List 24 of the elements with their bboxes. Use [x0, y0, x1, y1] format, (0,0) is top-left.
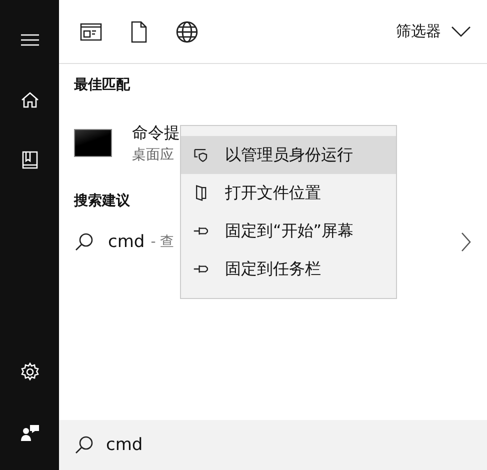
- section-heading: 最佳匹配: [74, 76, 130, 94]
- home-icon: [20, 90, 40, 110]
- menu-item[interactable]: 固定到“开始”屏幕: [181, 212, 396, 250]
- person-chat-icon: [20, 422, 40, 442]
- book-icon: [20, 150, 40, 170]
- result-title: 命令提: [132, 122, 180, 144]
- search-field[interactable]: cmd: [106, 435, 306, 455]
- chevron-right-icon: [460, 232, 472, 252]
- document-icon: [130, 20, 148, 42]
- filter-dropdown[interactable]: 筛选器: [396, 22, 471, 41]
- menu-item[interactable]: 固定到任务栏: [181, 250, 396, 288]
- search-icon: [74, 435, 94, 455]
- suggestion-hint: - 查: [150, 233, 174, 251]
- search-icon: [74, 232, 94, 252]
- globe-icon: [176, 20, 198, 42]
- app-window-icon: [80, 22, 102, 40]
- menu-item[interactable]: 以管理员身份运行: [181, 136, 396, 174]
- suggestion-text[interactable]: cmd: [108, 232, 145, 252]
- menu-item[interactable]: 打开文件位置: [181, 174, 396, 212]
- terminal-icon: [74, 129, 112, 157]
- result-subtitle: 桌面应: [132, 146, 175, 164]
- chevron-down-icon: [451, 26, 471, 38]
- section-heading: 搜索建议: [74, 192, 130, 210]
- settings-icon: [20, 362, 40, 382]
